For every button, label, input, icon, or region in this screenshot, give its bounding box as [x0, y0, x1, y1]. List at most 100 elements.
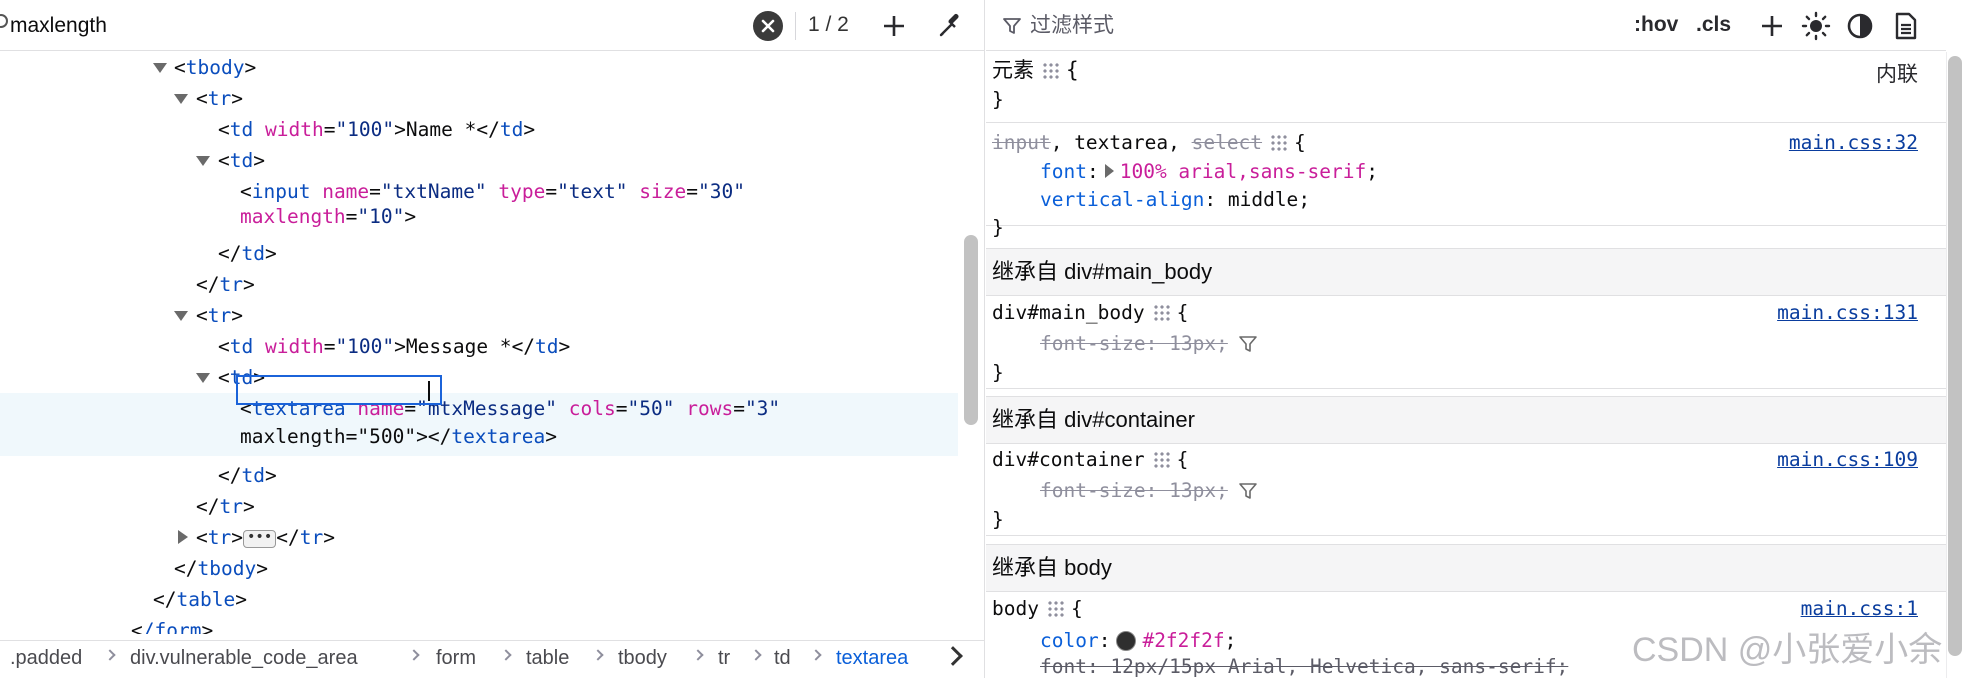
stylesheet-link[interactable]: main.css:109	[1777, 446, 1918, 474]
breadcrumb-item[interactable]: td	[774, 647, 791, 670]
markup-line-tbody[interactable]: <tbody>	[0, 52, 958, 83]
collapse-arrow-icon[interactable]	[174, 311, 188, 321]
markup-line-tr-1[interactable]: <tr>	[0, 83, 958, 114]
text-node: Name *	[405, 118, 477, 141]
document-icon	[1895, 12, 1917, 40]
stylesheet-link[interactable]: main.css:1	[1801, 595, 1918, 623]
rule-selector-unmatched[interactable]: select	[1192, 131, 1262, 154]
expand-shorthand-icon[interactable]	[1104, 164, 1114, 178]
property-name[interactable]: font	[1040, 160, 1087, 183]
collapse-arrow-icon[interactable]	[196, 373, 210, 383]
breadcrumb-item[interactable]: tbody	[618, 647, 667, 670]
markup-line-td-2[interactable]: <td>	[0, 145, 958, 176]
light-scheme-button[interactable]	[1800, 10, 1832, 42]
overridden-property[interactable]: font-size: 13px;	[1040, 479, 1228, 502]
hover-states-button[interactable]: :hov	[1634, 13, 1678, 37]
breadcrumb-item[interactable]: div.vulnerable_code_area	[130, 647, 358, 670]
collapse-arrow-icon[interactable]	[174, 94, 188, 104]
search-input[interactable]	[10, 10, 730, 42]
collapse-arrow-icon[interactable]	[196, 156, 210, 166]
grid-icon[interactable]	[1152, 451, 1171, 469]
rule-selector[interactable]: 元素	[992, 59, 1034, 82]
property-name[interactable]: vertical-align	[1040, 188, 1204, 211]
markup-line-tr-close-1[interactable]: </tr>	[0, 269, 958, 300]
rule-input-textarea-select: input, textarea, select{ main.css:32 fon…	[986, 124, 1946, 239]
markup-line-tr-close-2[interactable]: </tr>	[0, 491, 958, 522]
editing-attribute-text[interactable]: maxlength="500"	[240, 425, 416, 448]
grid-icon[interactable]	[1152, 304, 1171, 322]
breadcrumb-item[interactable]: form	[436, 647, 476, 670]
markup-line-textarea-selected[interactable]: <textarea name="mtxMessage" cols="50" ro…	[0, 393, 958, 456]
filter-icon[interactable]	[1238, 334, 1258, 354]
collapsed-children-badge[interactable]: •••	[242, 529, 277, 548]
attr-name: width	[264, 335, 324, 358]
plus-icon	[884, 16, 904, 36]
expand-arrow-icon[interactable]	[178, 530, 188, 544]
rule-selector[interactable]: body	[992, 597, 1039, 620]
grid-icon[interactable]	[1046, 600, 1065, 618]
add-node-button[interactable]	[878, 10, 910, 42]
markup-search-bar: 1 / 2	[0, 0, 984, 51]
breadcrumb-item-current[interactable]: textarea	[836, 647, 908, 670]
rule-selector-matched[interactable]: textarea	[1074, 131, 1168, 154]
rules-scrollbar-thumb[interactable]	[1948, 56, 1962, 656]
breadcrumb: .padded div.vulnerable_code_area form ta…	[0, 640, 984, 678]
markup-line-input-cont[interactable]: maxlength="10">	[0, 201, 958, 232]
rule-selector-unmatched[interactable]: input	[992, 131, 1051, 154]
tag-name: input	[251, 180, 311, 203]
markup-line-form-close[interactable]: </form>	[0, 615, 958, 634]
chevron-right-icon	[692, 649, 704, 661]
attr-value: "30"	[697, 180, 745, 203]
print-media-button[interactable]	[1890, 10, 1922, 42]
markup-line-td-close-1[interactable]: </td>	[0, 238, 958, 269]
attr-name: type	[498, 180, 546, 203]
chevron-right-icon	[592, 649, 604, 661]
clear-search-button[interactable]	[753, 11, 783, 41]
markup-line-tbody-close[interactable]: </tbody>	[0, 553, 958, 584]
text-caret	[428, 381, 430, 401]
breadcrumb-item[interactable]: table	[526, 647, 569, 670]
property-name[interactable]: color	[1040, 629, 1099, 652]
markup-line-table-close[interactable]: </table>	[0, 584, 958, 615]
property-value[interactable]: #2f2f2f	[1142, 629, 1224, 652]
rules-toolbar: :hov .cls	[986, 0, 1946, 51]
rule-selector[interactable]: div#main_body	[992, 301, 1145, 324]
attr-name: rows	[686, 397, 734, 420]
rules-pane: :hov .cls 元素{ 内联 } input, textarea, sele…	[986, 0, 1974, 678]
color-swatch[interactable]	[1116, 631, 1137, 651]
add-rule-button[interactable]	[1756, 10, 1788, 42]
markup-line-td-message[interactable]: <td width="100">Message *</td>	[0, 331, 958, 362]
markup-line-tr-collapsed[interactable]: <tr> ••• </tr>	[0, 522, 958, 553]
stylesheet-link[interactable]: main.css:32	[1789, 129, 1918, 157]
grid-icon[interactable]	[1042, 62, 1060, 80]
filter-styles-input[interactable]	[1030, 12, 1450, 40]
markup-scrollbar-thumb[interactable]	[964, 235, 978, 425]
markup-line-td-close-2[interactable]: </td>	[0, 460, 958, 491]
overridden-property[interactable]: font: 12px/15px Arial, Helvetica, sans-s…	[1040, 655, 1568, 678]
toolbar-divider	[795, 12, 796, 40]
tag-name: /form	[142, 619, 202, 634]
breadcrumb-item[interactable]: .padded	[10, 647, 82, 670]
stylesheet-link[interactable]: main.css:131	[1777, 299, 1918, 327]
rule-element: 元素{ 内联 }	[986, 52, 1946, 123]
collapse-arrow-icon[interactable]	[153, 63, 167, 73]
breadcrumb-item[interactable]: tr	[718, 647, 730, 670]
tag-name: textarea	[451, 425, 546, 448]
tag-name: tbody	[197, 557, 257, 580]
tag-name: td	[241, 242, 265, 265]
dark-scheme-button[interactable]	[1844, 10, 1876, 42]
overridden-property[interactable]: font-size: 13px;	[1040, 332, 1228, 355]
property-value[interactable]: 100% arial,sans-serif	[1120, 160, 1367, 183]
markup-line-td-3[interactable]: <td>	[0, 362, 958, 393]
color-picker-button[interactable]	[934, 10, 966, 42]
markup-line-td-name[interactable]: <td width="100">Name *</td>	[0, 114, 958, 145]
contrast-icon	[1847, 13, 1873, 39]
property-value[interactable]: middle	[1228, 188, 1298, 211]
grid-icon[interactable]	[1270, 134, 1289, 152]
markup-line-tr-2[interactable]: <tr>	[0, 300, 958, 331]
rule-selector[interactable]: div#container	[992, 448, 1145, 471]
filter-icon[interactable]	[1238, 481, 1258, 501]
classes-button[interactable]: .cls	[1696, 13, 1731, 37]
scroll-right-icon[interactable]	[943, 646, 963, 666]
plus-icon	[1762, 16, 1782, 36]
